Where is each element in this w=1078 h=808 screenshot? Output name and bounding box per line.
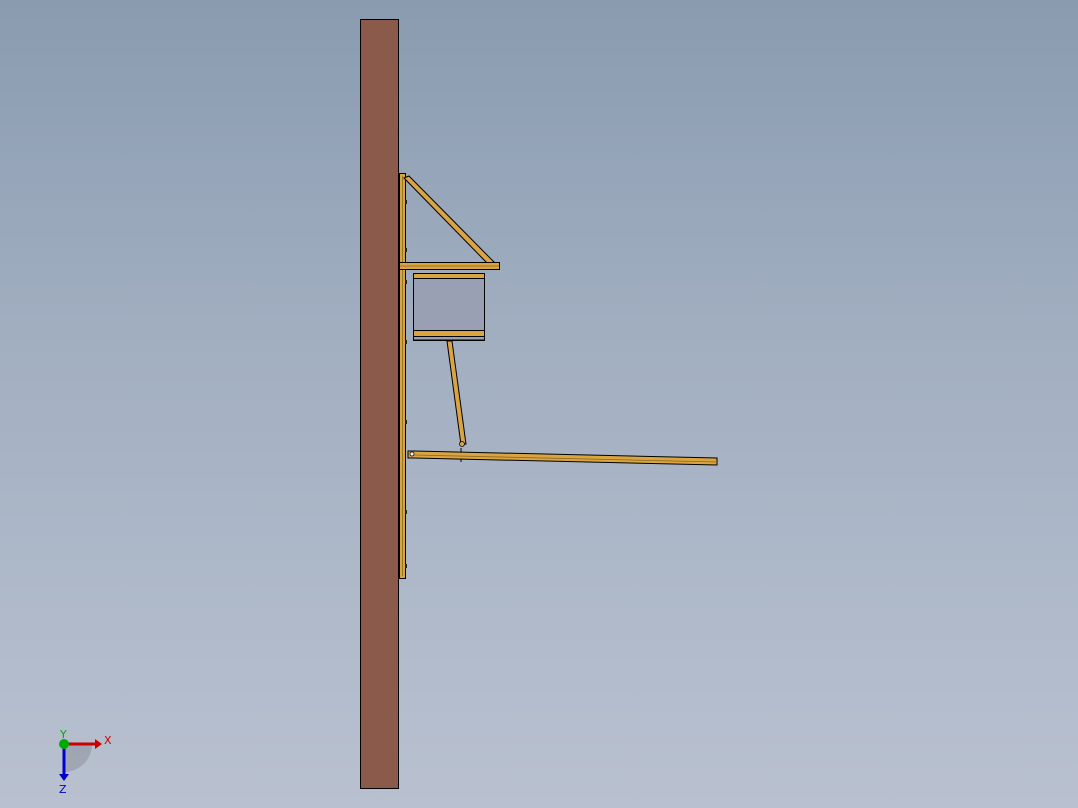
y-axis-label: Y [59,728,67,741]
panel-bottom-rail [413,330,485,337]
z-axis-label: Z [59,783,67,796]
graphics-viewport[interactable]: X Y Z [0,0,1078,808]
x-axis-label: X [104,734,112,747]
model-view[interactable] [0,0,1078,808]
pole[interactable] [360,19,399,789]
z-arrowhead-icon [59,774,69,781]
lower-boom-arm[interactable] [407,450,718,466]
boom-pivot [409,451,415,457]
orientation-triad: X Y Z [59,728,112,796]
diagonal-brace[interactable] [403,175,495,265]
hanger-rod[interactable] [446,340,467,446]
triad-quadrant [64,744,92,772]
x-arrowhead-icon [95,739,102,749]
rod-pin [459,441,465,447]
panel-top-rail [413,273,485,279]
